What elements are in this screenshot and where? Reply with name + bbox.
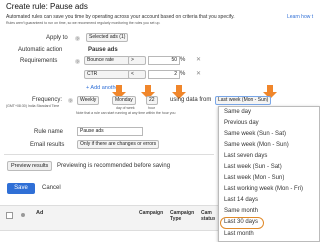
using-data-text: using data from — [170, 97, 212, 103]
day-caption: day of week — [116, 106, 135, 110]
column-header-campaign-status[interactable]: Cam status — [201, 210, 215, 222]
status-dot-icon — [21, 213, 25, 217]
rule-name-label: Rule name — [34, 129, 64, 135]
email-results-select[interactable]: Only if there are changes or errors — [77, 140, 160, 149]
dropdown-option-previous-day[interactable]: Previous day — [219, 118, 319, 128]
dropdown-option-same-day[interactable]: Same day — [219, 107, 319, 117]
frequency-period-select[interactable]: Weekly — [77, 96, 100, 105]
dropdown-option-last-month[interactable]: Last month — [219, 229, 319, 239]
selected-option-highlight — [220, 217, 264, 229]
dropdown-option-last-14-days[interactable]: Last 14 days — [219, 195, 319, 205]
preview-text: Previewing is recommended before saving — [57, 163, 171, 169]
hour-caption: hour — [148, 106, 156, 110]
frequency-hour-select[interactable]: 22 — [146, 96, 158, 105]
column-header-campaign[interactable]: Campaign — [139, 210, 163, 216]
frequency-label: Frequency: — [32, 97, 63, 103]
frequency-day-select[interactable]: Monday — [112, 96, 136, 105]
rule-name-input[interactable]: Pause ads — [77, 127, 143, 136]
column-header-campaign-type[interactable]: Campaign Type — [170, 210, 194, 222]
dropdown-option-last-seven-days[interactable]: Last seven days — [219, 151, 319, 161]
dropdown-option-same-week-sun-sat[interactable]: Same week (Sun - Sat) — [219, 129, 319, 139]
date-range-select[interactable]: Last week (Mon - Sun) — [215, 96, 272, 105]
cancel-link[interactable]: Cancel — [42, 185, 61, 191]
dropdown-option-last-working-week[interactable]: Last working week (Mon - Fri) — [219, 184, 319, 194]
select-all-checkbox[interactable] — [6, 212, 13, 219]
divider — [4, 154, 214, 155]
email-results-label: Email results — [30, 142, 65, 148]
dropdown-option-same-month[interactable]: Same month — [219, 206, 319, 216]
dropdown-option-last-week-sun-sat[interactable]: Last week (Sun - Sat) — [219, 162, 319, 172]
preview-results-button[interactable]: Preview results — [7, 161, 53, 171]
frequency-note: Note that a rule can start running at an… — [76, 111, 176, 115]
column-header-ad[interactable]: Ad — [36, 210, 43, 216]
help-icon[interactable]: ? — [68, 98, 73, 103]
timezone-text: (GMT+08:30) India Standard Time — [6, 104, 60, 108]
dropdown-option-same-week-mon-sun[interactable]: Same week (Mon - Sun) — [219, 140, 319, 150]
save-button[interactable]: Save — [7, 183, 35, 194]
date-range-dropdown: Same day Previous day Same week (Sun - S… — [218, 106, 320, 242]
dropdown-option-last-week-mon-sun[interactable]: Last week (Mon - Sun) — [219, 173, 319, 183]
